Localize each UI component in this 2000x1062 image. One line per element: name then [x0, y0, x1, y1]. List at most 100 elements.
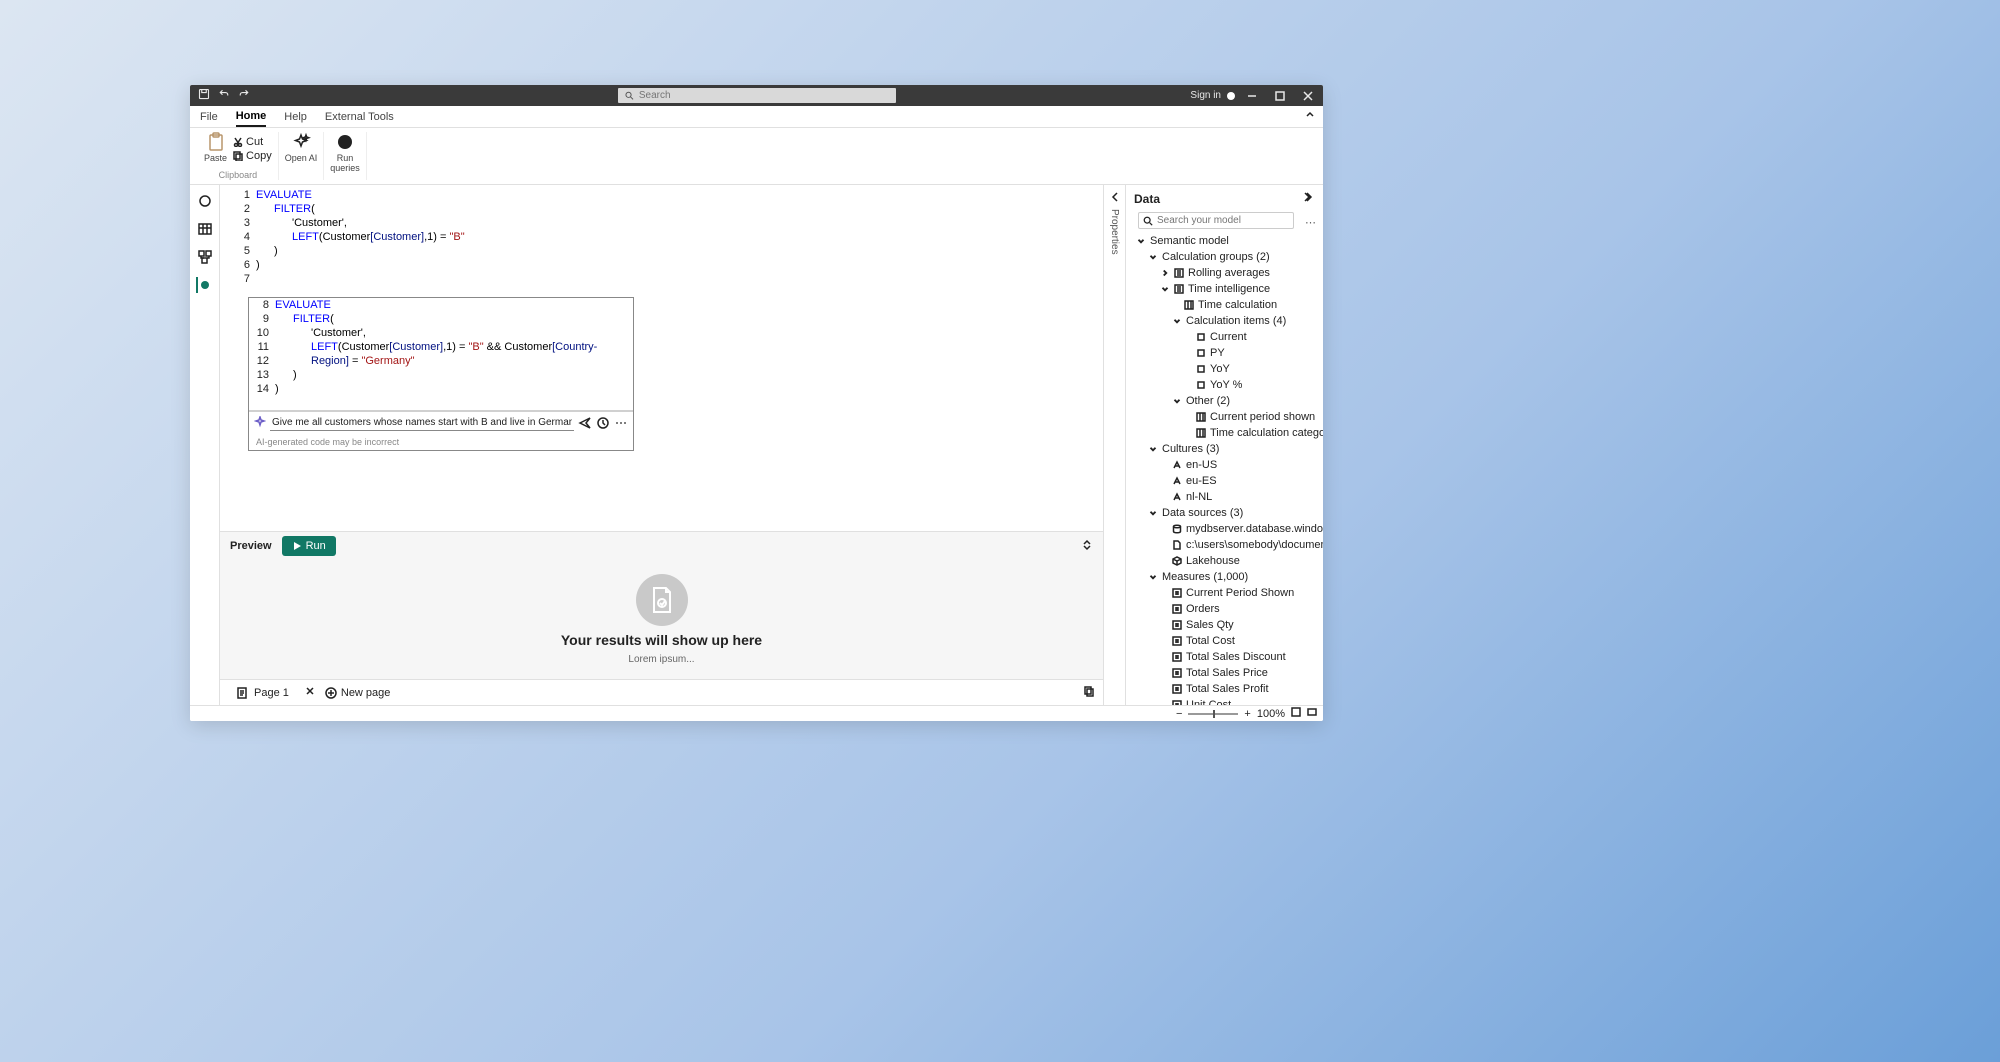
tree-node[interactable]: Current period shown [1126, 409, 1323, 425]
fullscreen-icon[interactable] [1307, 707, 1317, 720]
tab-home[interactable]: Home [236, 107, 267, 127]
tree-node[interactable]: mydbserver.database.windows.net;MyData..… [1126, 521, 1323, 537]
tree-node[interactable]: Unit Cost [1126, 697, 1323, 705]
plus-icon [325, 687, 337, 699]
preview-pane: Preview Run Your results will show up he… [220, 531, 1103, 679]
tree-node[interactable]: YoY [1126, 361, 1323, 377]
tree-node[interactable]: Calculation groups (2) [1126, 249, 1323, 265]
run-queries-button[interactable]: Run queries [330, 132, 360, 174]
page-tab[interactable]: Page 1 [228, 685, 297, 701]
tree-node[interactable]: Rolling averages [1126, 265, 1323, 281]
maximize-button[interactable] [1269, 85, 1291, 106]
preview-body: Your results will show up here Lorem ips… [220, 560, 1103, 679]
preview-subtitle: Lorem ipsum... [628, 654, 694, 665]
expand-preview-icon[interactable] [1081, 539, 1093, 554]
tree-node[interactable]: Total Sales Discount [1126, 649, 1323, 665]
data-pane-title: Data [1134, 192, 1160, 206]
data-search-input[interactable] [1157, 215, 1289, 226]
tree-node[interactable]: Total Cost [1126, 633, 1323, 649]
preview-title: Your results will show up here [561, 632, 762, 648]
save-icon[interactable] [198, 88, 210, 103]
tree-node[interactable]: Calculation items (4) [1126, 313, 1323, 329]
empty-results-icon [636, 574, 688, 626]
sparkle-icon [254, 416, 266, 431]
copy-button[interactable]: Copy [233, 150, 272, 162]
minimize-button[interactable] [1241, 85, 1263, 106]
body: 1234567 EVALUATEFILTER('Customer',LEFT(C… [190, 185, 1323, 705]
copy-icon [233, 151, 243, 161]
close-tab-icon[interactable] [305, 686, 317, 699]
tree-node[interactable]: Cultures (3) [1126, 441, 1323, 457]
zoom-slider[interactable] [1188, 713, 1238, 715]
ribbon-group-run: Run queries [324, 132, 367, 180]
tree-node[interactable]: Time intelligence [1126, 281, 1323, 297]
page-tab-label: Page 1 [254, 687, 289, 699]
tree-node[interactable]: Lakehouse [1126, 553, 1323, 569]
collapse-ribbon-icon[interactable] [1305, 110, 1323, 123]
paste-button[interactable]: Paste [204, 132, 227, 164]
tree-node[interactable]: Semantic model [1126, 233, 1323, 249]
suggestion-code[interactable]: EVALUATEFILTER('Customer',LEFT(Customer[… [275, 298, 633, 410]
tree-node[interactable]: Time calculation [1126, 297, 1323, 313]
expand-data-icon[interactable] [1303, 191, 1315, 206]
tree-node[interactable]: Sales Qty [1126, 617, 1323, 633]
zoom-level: 100% [1257, 708, 1285, 720]
tree-node[interactable]: Total Sales Price [1126, 665, 1323, 681]
zoom-out-icon[interactable]: − [1176, 708, 1182, 720]
tree-node[interactable]: Data sources (3) [1126, 505, 1323, 521]
titlebar-right: Sign in [1190, 85, 1323, 106]
data-search[interactable] [1138, 212, 1294, 229]
tree-node[interactable]: Current [1126, 329, 1323, 345]
left-rail [190, 185, 220, 705]
undo-icon[interactable] [218, 88, 230, 103]
titlebar-search[interactable] [618, 88, 896, 103]
copy-pages-icon[interactable] [1083, 685, 1095, 700]
tree-node[interactable]: nl-NL [1126, 489, 1323, 505]
data-more-icon[interactable]: ⋯ [1304, 216, 1317, 229]
tree-node[interactable]: c:\users\somebody\documents\... [1126, 537, 1323, 553]
ai-prompt-input[interactable] [270, 415, 574, 431]
signin-label[interactable]: Sign in [1190, 90, 1221, 101]
dax-view-icon[interactable] [196, 277, 212, 293]
openai-button[interactable]: Open AI [285, 132, 318, 164]
tree-node[interactable]: en-US [1126, 457, 1323, 473]
preview-header: Preview Run [220, 532, 1103, 560]
properties-rail[interactable]: Properties [1103, 185, 1125, 705]
tab-external-tools[interactable]: External Tools [325, 108, 394, 126]
tree-node[interactable]: Total Sales Profit [1126, 681, 1323, 697]
cut-button[interactable]: Cut [233, 136, 272, 148]
code-editor[interactable]: 1234567 EVALUATEFILTER('Customer',LEFT(C… [220, 185, 1103, 531]
ribbon-tabs: File Home Help External Tools [190, 106, 1323, 128]
data-tree[interactable]: Semantic modelCalculation groups (2)Roll… [1126, 233, 1323, 705]
model-view-icon[interactable] [197, 249, 213, 265]
table-view-icon[interactable] [197, 221, 213, 237]
more-icon[interactable] [614, 416, 628, 430]
ai-code-suggestion: 891011121314 EVALUATEFILTER('Customer',L… [248, 297, 634, 451]
titlebar-search-input[interactable] [639, 90, 890, 101]
paste-icon [206, 132, 226, 152]
fit-page-icon[interactable] [1291, 707, 1301, 720]
center: 1234567 EVALUATEFILTER('Customer',LEFT(C… [220, 185, 1103, 705]
tree-node[interactable]: PY [1126, 345, 1323, 361]
tree-node[interactable]: Current Period Shown [1126, 585, 1323, 601]
tree-node[interactable]: YoY % [1126, 377, 1323, 393]
tree-node[interactable]: eu-ES [1126, 473, 1323, 489]
preview-label: Preview [230, 540, 272, 552]
new-page-button[interactable]: New page [325, 687, 391, 699]
tree-node[interactable]: Other (2) [1126, 393, 1323, 409]
close-button[interactable] [1297, 85, 1319, 106]
send-icon[interactable] [578, 416, 592, 430]
clipboard-group-label: Clipboard [219, 170, 258, 180]
play-icon [292, 541, 302, 551]
zoom-in-icon[interactable]: + [1244, 708, 1250, 720]
run-button[interactable]: Run [282, 536, 336, 556]
tab-file[interactable]: File [200, 108, 218, 126]
report-view-icon[interactable] [197, 193, 213, 209]
history-icon[interactable] [596, 416, 610, 430]
tree-node[interactable]: Time calculation category [1126, 425, 1323, 441]
tree-node[interactable]: Orders [1126, 601, 1323, 617]
tree-node[interactable]: Measures (1,000) [1126, 569, 1323, 585]
redo-icon[interactable] [238, 88, 250, 103]
avatar-icon[interactable] [1227, 92, 1235, 100]
tab-help[interactable]: Help [284, 108, 307, 126]
